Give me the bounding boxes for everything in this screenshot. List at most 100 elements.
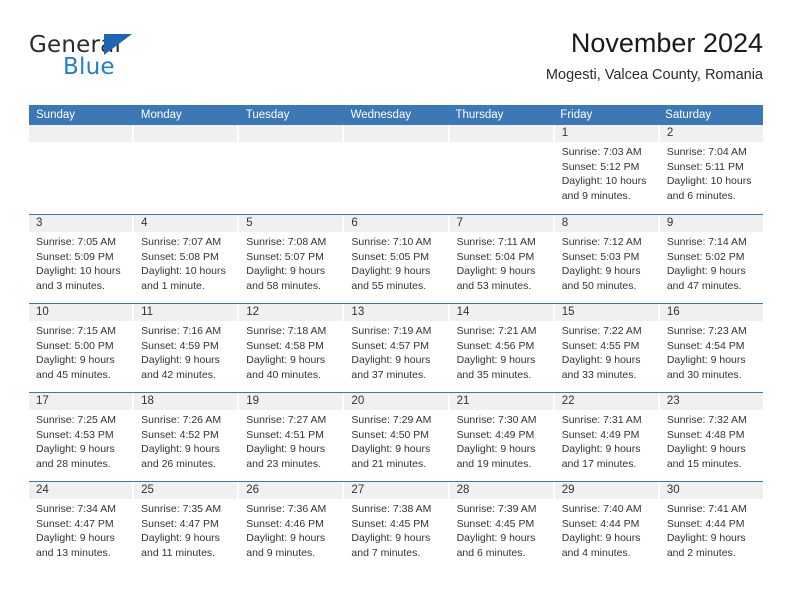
title-block: November 2024 Mogesti, Valcea County, Ro…: [546, 26, 763, 86]
day-sun-info: Sunrise: 7:32 AM Sunset: 4:48 PM Daylight:…: [660, 410, 763, 471]
calendar-day-cell[interactable]: 19 Sunrise: 7:27 AM Sunset: 4:51 PM Dayligh…: [239, 393, 343, 481]
day-sun-info: Sunrise: 7:34 AM Sunset: 4:47 PM Daylight:…: [29, 499, 132, 560]
calendar-day-cell[interactable]: 14 Sunrise: 7:21 AM Sunset: 4:56 PM Dayligh…: [449, 304, 553, 392]
daylight-duration-line2: and 6 minutes.: [666, 189, 736, 202]
daylight-duration-line2: and 13 minutes.: [36, 546, 111, 559]
calendar-day-cell[interactable]: 3 Sunrise: 7:05 AM Sunset: 5:09 PM Daylight…: [29, 215, 133, 303]
sunset-time: Sunset: 4:44 PM: [666, 517, 745, 530]
calendar-day-cell[interactable]: 15 Sunrise: 7:22 AM Sunset: 4:55 PM Dayligh…: [554, 304, 658, 392]
daylight-duration-line1: Daylight: 9 hours: [456, 532, 536, 545]
daylight-duration-line2: and 15 minutes.: [666, 457, 742, 470]
calendar-day-cell[interactable]: 13 Sunrise: 7:19 AM Sunset: 4:57 PM Dayligh…: [344, 304, 448, 392]
sunset-time: Sunset: 4:58 PM: [246, 339, 324, 352]
calendar-day-cell[interactable]: 16 Sunrise: 7:23 AM Sunset: 4:54 PM Dayligh…: [659, 304, 763, 392]
daylight-duration-line2: and 11 minutes.: [141, 546, 216, 559]
calendar-day-cell[interactable]: 27 Sunrise: 7:38 AM Sunset: 4:45 PM Dayligh…: [344, 482, 448, 570]
day-sun-info: Sunrise: 7:27 AM Sunset: 4:51 PM Daylight:…: [239, 410, 342, 471]
day-number: 12: [239, 304, 343, 321]
page-subtitle: Mogesti, Valcea County, Romania: [545, 67, 763, 83]
sunrise-time: Sunrise: 7:14 AM: [666, 236, 747, 248]
calendar-day-cell[interactable]: 8 Sunrise: 7:12 AM Sunset: 5:03 PM Daylight…: [554, 215, 658, 303]
calendar-day-cell[interactable]: 11 Sunrise: 7:16 AM Sunset: 4:59 PM Dayligh…: [134, 304, 238, 392]
daylight-duration-line2: and 26 minutes.: [141, 457, 216, 470]
daylight-duration-line1: Daylight: 9 hours: [351, 265, 431, 278]
sunrise-time: Sunrise: 7:34 AM: [36, 503, 116, 515]
calendar-day-cell[interactable]: 7 Sunrise: 7:11 AM Sunset: 5:04 PM Daylight…: [449, 215, 553, 303]
daylight-duration-line1: Daylight: 9 hours: [351, 532, 431, 545]
day-sun-info: Sunrise: 7:14 AM Sunset: 5:02 PM Daylight:…: [660, 232, 763, 293]
day-sun-info: Sunrise: 7:40 AM Sunset: 4:44 PM Daylight:…: [555, 499, 658, 560]
daylight-duration-line1: Daylight: 9 hours: [666, 265, 746, 278]
daylight-duration-line2: and 53 minutes.: [456, 279, 532, 292]
logo-text-blue: Blue: [63, 54, 115, 80]
sunrise-time: Sunrise: 7:10 AM: [351, 236, 432, 248]
day-number: 14: [449, 304, 553, 321]
calendar-day-cell[interactable]: 17 Sunrise: 7:25 AM Sunset: 4:53 PM Dayligh…: [29, 393, 133, 481]
calendar-day-cell[interactable]: 12 Sunrise: 7:18 AM Sunset: 4:58 PM Dayligh…: [239, 304, 343, 392]
sunset-time: Sunset: 5:12 PM: [561, 160, 640, 173]
calendar-day-cell[interactable]: 26 Sunrise: 7:36 AM Sunset: 4:46 PM Dayligh…: [239, 482, 343, 570]
calendar-day-cell[interactable]: 29 Sunrise: 7:40 AM Sunset: 4:44 PM Dayligh…: [554, 482, 658, 570]
calendar-day-cell[interactable]: 18 Sunrise: 7:26 AM Sunset: 4:52 PM Dayligh…: [134, 393, 238, 481]
sunset-time: Sunset: 4:56 PM: [456, 339, 535, 352]
daylight-duration-line2: and 1 minute.: [141, 279, 205, 292]
sunset-time: Sunset: 5:08 PM: [141, 250, 219, 263]
calendar-day-cell[interactable]: 22 Sunrise: 7:31 AM Sunset: 4:49 PM Dayligh…: [554, 393, 658, 481]
daylight-duration-line1: Daylight: 9 hours: [456, 443, 536, 456]
sunrise-time: Sunrise: 7:05 AM: [36, 236, 116, 248]
calendar-grid: Sunday Monday Tuesday Wednesday Thursday…: [29, 105, 763, 570]
day-number: [29, 125, 133, 142]
day-number: 7: [449, 215, 553, 232]
sunrise-time: Sunrise: 7:27 AM: [246, 414, 327, 426]
day-number: 30: [659, 482, 763, 499]
day-sun-info: Sunrise: 7:29 AM Sunset: 4:50 PM Daylight:…: [344, 410, 447, 471]
calendar-day-cell[interactable]: 21 Sunrise: 7:30 AM Sunset: 4:49 PM Dayligh…: [449, 393, 553, 481]
weekday-sunday: Sunday: [36, 109, 76, 121]
day-number: 19: [239, 393, 343, 410]
calendar-day-cell[interactable]: 28 Sunrise: 7:39 AM Sunset: 4:45 PM Dayligh…: [449, 482, 553, 570]
calendar-day-cell-empty: [449, 125, 553, 214]
sunset-time: Sunset: 4:45 PM: [456, 517, 535, 530]
sunrise-time: Sunrise: 7:04 AM: [666, 146, 747, 158]
daylight-duration-line1: Daylight: 9 hours: [561, 265, 641, 278]
daylight-duration-line1: Daylight: 9 hours: [561, 443, 641, 456]
sunrise-time: Sunrise: 7:26 AM: [141, 414, 222, 426]
day-sun-info: Sunrise: 7:07 AM Sunset: 5:08 PM Daylight:…: [134, 232, 237, 293]
day-sun-info: Sunrise: 7:05 AM Sunset: 5:09 PM Daylight:…: [29, 232, 132, 293]
calendar-day-cell[interactable]: 5 Sunrise: 7:08 AM Sunset: 5:07 PM Daylight…: [239, 215, 343, 303]
day-number: [134, 125, 238, 142]
calendar-day-cell[interactable]: 4 Sunrise: 7:07 AM Sunset: 5:08 PM Daylight…: [134, 215, 238, 303]
day-sun-info: Sunrise: 7:04 AM Sunset: 5:11 PM Daylight:…: [660, 142, 763, 203]
day-sun-info: Sunrise: 7:31 AM Sunset: 4:49 PM Daylight:…: [555, 410, 658, 471]
daylight-duration-line1: Daylight: 9 hours: [456, 265, 536, 278]
calendar-day-cell[interactable]: 23 Sunrise: 7:32 AM Sunset: 4:48 PM Dayligh…: [659, 393, 763, 481]
daylight-duration-line1: Daylight: 9 hours: [36, 532, 115, 545]
sunrise-time: Sunrise: 7:31 AM: [561, 414, 642, 426]
calendar-day-cell[interactable]: 30 Sunrise: 7:41 AM Sunset: 4:44 PM Dayligh…: [659, 482, 763, 570]
generalblue-logo[interactable]: General Blue: [29, 32, 209, 92]
day-number: 27: [344, 482, 448, 499]
calendar-day-cell[interactable]: 9 Sunrise: 7:14 AM Sunset: 5:02 PM Daylight…: [659, 215, 763, 303]
day-sun-info: Sunrise: 7:22 AM Sunset: 4:55 PM Daylight:…: [555, 321, 658, 382]
calendar-day-cell-empty: [134, 125, 238, 214]
sunrise-time: Sunrise: 7:15 AM: [36, 325, 116, 337]
day-sun-info: Sunrise: 7:30 AM Sunset: 4:49 PM Daylight:…: [450, 410, 553, 471]
daylight-duration-line1: Daylight: 9 hours: [141, 532, 220, 545]
calendar-day-cell[interactable]: 6 Sunrise: 7:10 AM Sunset: 5:05 PM Daylight…: [344, 215, 448, 303]
day-number: 6: [344, 215, 448, 232]
day-number: [344, 125, 448, 142]
day-sun-info: Sunrise: 7:35 AM Sunset: 4:47 PM Daylight:…: [134, 499, 237, 560]
sunset-time: Sunset: 4:48 PM: [666, 428, 745, 441]
calendar-day-cell[interactable]: 1 Sunrise: 7:03 AM Sunset: 5:12 PM Daylight…: [554, 125, 658, 214]
daylight-duration-line2: and 40 minutes.: [246, 368, 321, 381]
daylight-duration-line2: and 21 minutes.: [351, 457, 427, 470]
calendar-day-cell[interactable]: 10 Sunrise: 7:15 AM Sunset: 5:00 PM Dayligh…: [29, 304, 133, 392]
day-number: 16: [659, 304, 763, 321]
calendar-day-cell[interactable]: 20 Sunrise: 7:29 AM Sunset: 4:50 PM Dayligh…: [344, 393, 448, 481]
sunrise-time: Sunrise: 7:18 AM: [246, 325, 327, 337]
daylight-duration-line2: and 7 minutes.: [351, 546, 421, 559]
calendar-day-cell[interactable]: 25 Sunrise: 7:35 AM Sunset: 4:47 PM Dayligh…: [134, 482, 238, 570]
calendar-day-cell[interactable]: 2 Sunrise: 7:04 AM Sunset: 5:11 PM Daylight…: [659, 125, 763, 214]
day-sun-info: Sunrise: 7:38 AM Sunset: 4:45 PM Daylight:…: [344, 499, 447, 560]
calendar-day-cell[interactable]: 24 Sunrise: 7:34 AM Sunset: 4:47 PM Dayligh…: [29, 482, 133, 570]
